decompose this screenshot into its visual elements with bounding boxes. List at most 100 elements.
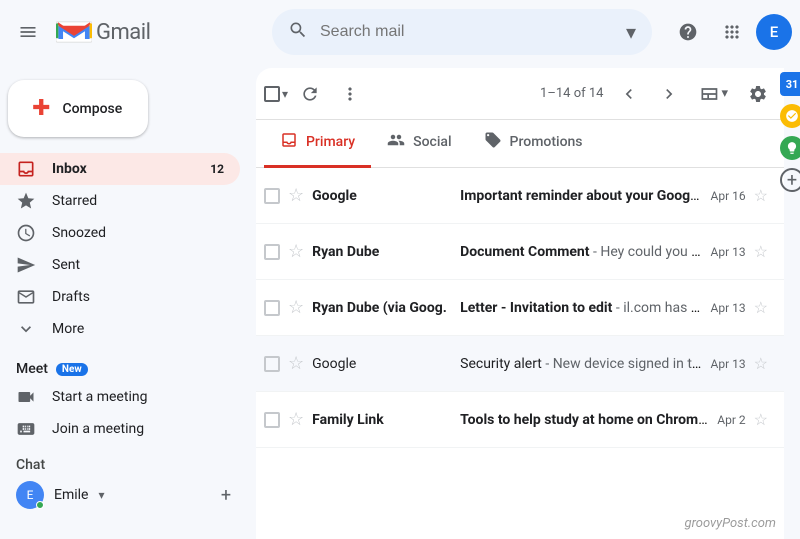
tasks-strip-icon[interactable]	[780, 104, 800, 128]
online-indicator	[36, 501, 44, 509]
email-star-right[interactable]: ☆	[754, 410, 768, 429]
chat-section: Chat E Emile ▾ +	[0, 453, 256, 513]
sidebar: ✚ Compose Inbox 12 Starred Snoozed	[0, 64, 256, 539]
topbar-right: E	[668, 12, 792, 52]
email-body: Letter - Invitation to edit - il.com has…	[460, 300, 702, 316]
select-all-checkbox[interactable]	[264, 86, 280, 102]
star-icon[interactable]: ☆	[288, 409, 304, 430]
email-body: Important reminder about your Google Acc…	[460, 188, 702, 204]
email-date: Apr 13	[711, 357, 746, 371]
star-icon[interactable]: ☆	[288, 353, 304, 374]
select-all-wrap: ▾	[264, 86, 288, 102]
keep-strip-icon[interactable]	[780, 136, 800, 160]
sidebar-item-drafts[interactable]: Drafts	[0, 281, 240, 313]
sidebar-item-more[interactable]: More	[0, 313, 240, 345]
sidebar-item-snoozed[interactable]: Snoozed	[0, 217, 240, 249]
add-strip-button[interactable]: +	[780, 168, 800, 192]
primary-tab-icon	[280, 131, 298, 154]
search-bar[interactable]: ▾	[272, 9, 652, 55]
topbar: Gmail ▾ E	[0, 0, 800, 64]
view-options-button[interactable]: ▾	[691, 80, 736, 108]
email-subject: Important reminder about your Google Acc…	[460, 188, 702, 204]
social-tab-icon	[387, 131, 405, 154]
email-star-right[interactable]: ☆	[754, 354, 768, 373]
email-toolbar: ▾ 1–14 of 14 ▾	[256, 68, 784, 120]
prev-page-button[interactable]	[611, 76, 647, 112]
sidebar-item-sent[interactable]: Sent	[0, 249, 240, 281]
video-icon	[16, 387, 36, 407]
sent-label: Sent	[52, 257, 80, 273]
email-star-right[interactable]: ☆	[754, 186, 768, 205]
chat-dropdown-icon[interactable]: ▾	[98, 488, 104, 502]
compose-plus-icon: ✚	[32, 96, 50, 121]
compose-button[interactable]: ✚ Compose	[8, 80, 148, 137]
email-list: ☆ Google Important reminder about your G…	[256, 168, 784, 539]
promotions-tab-icon	[484, 131, 502, 154]
refresh-button[interactable]	[292, 76, 328, 112]
tab-social-label: Social	[413, 134, 451, 150]
email-row[interactable]: ☆ Family Link Tools to help study at hom…	[256, 392, 784, 448]
sidebar-item-inbox[interactable]: Inbox 12	[0, 153, 240, 185]
email-content: Ryan Dube Document Comment - Hey could y…	[312, 244, 702, 260]
view-dropdown-icon: ▾	[721, 86, 728, 101]
email-checkbox[interactable]	[264, 412, 280, 428]
search-dropdown-icon[interactable]: ▾	[626, 20, 636, 44]
select-dropdown-icon[interactable]: ▾	[282, 87, 288, 101]
page-info: 1–14 of 14	[540, 86, 603, 101]
email-checkbox[interactable]	[264, 300, 280, 316]
email-subject: Tools to help study at home on Chromeboo…	[460, 412, 709, 428]
join-meeting-button[interactable]: Join a meeting	[0, 413, 240, 445]
tab-social[interactable]: Social	[371, 120, 467, 168]
drafts-label: Drafts	[52, 289, 90, 305]
tab-primary[interactable]: Primary	[264, 120, 371, 168]
search-input[interactable]	[320, 23, 618, 41]
email-date: Apr 13	[711, 301, 746, 315]
start-meeting-label: Start a meeting	[52, 389, 147, 405]
meet-label: Meet	[16, 361, 48, 377]
email-row[interactable]: ☆ Google Security alert - New device sig…	[256, 336, 784, 392]
email-panel: ▾ 1–14 of 14 ▾	[256, 68, 784, 539]
email-subject: Letter - Invitation to edit	[460, 300, 612, 316]
topbar-left: Gmail	[8, 12, 264, 52]
inbox-label: Inbox	[52, 161, 87, 177]
email-snippet: - New device signed in to emiledube02@gm…	[545, 356, 702, 372]
email-star-right[interactable]: ☆	[754, 298, 768, 317]
email-date: Apr 13	[711, 245, 746, 259]
tab-promotions[interactable]: Promotions	[468, 120, 599, 168]
menu-icon[interactable]	[8, 12, 48, 52]
chat-add-button[interactable]: +	[212, 481, 240, 509]
email-row[interactable]: ☆ Ryan Dube Document Comment - Hey could…	[256, 224, 784, 280]
email-body: Document Comment - Hey could you take ca…	[460, 244, 702, 260]
email-content: Family Link Tools to help study at home …	[312, 412, 709, 428]
email-checkbox[interactable]	[264, 188, 280, 204]
watermark: groovyPost.com	[685, 516, 776, 531]
apps-button[interactable]	[712, 12, 752, 52]
email-sender: Google	[312, 356, 452, 372]
chat-label: Chat	[16, 457, 45, 473]
email-checkbox[interactable]	[264, 244, 280, 260]
email-sender: Family Link	[312, 412, 452, 428]
help-button[interactable]	[668, 12, 708, 52]
star-icon[interactable]: ☆	[288, 297, 304, 318]
next-page-button[interactable]	[651, 76, 687, 112]
compose-label: Compose	[62, 101, 122, 117]
start-meeting-button[interactable]: Start a meeting	[0, 381, 240, 413]
settings-button[interactable]	[740, 76, 776, 112]
join-meeting-label: Join a meeting	[52, 421, 144, 437]
email-row[interactable]: ☆ Google Important reminder about your G…	[256, 168, 784, 224]
starred-label: Starred	[52, 193, 97, 209]
sidebar-item-starred[interactable]: Starred	[0, 185, 240, 217]
star-icon[interactable]: ☆	[288, 185, 304, 206]
email-checkbox[interactable]	[264, 356, 280, 372]
avatar[interactable]: E	[756, 14, 792, 50]
calendar-strip-icon[interactable]: 31	[780, 72, 800, 96]
more-options-button[interactable]	[332, 76, 368, 112]
inbox-icon	[16, 159, 36, 179]
email-sender: Google	[312, 188, 452, 204]
keyboard-icon	[16, 419, 36, 439]
star-icon[interactable]: ☆	[288, 241, 304, 262]
email-star-right[interactable]: ☆	[754, 242, 768, 261]
drafts-icon	[16, 287, 36, 307]
email-row[interactable]: ☆ Ryan Dube (via Goog. Letter - Invitati…	[256, 280, 784, 336]
chat-user-item[interactable]: E Emile ▾ +	[0, 477, 256, 513]
